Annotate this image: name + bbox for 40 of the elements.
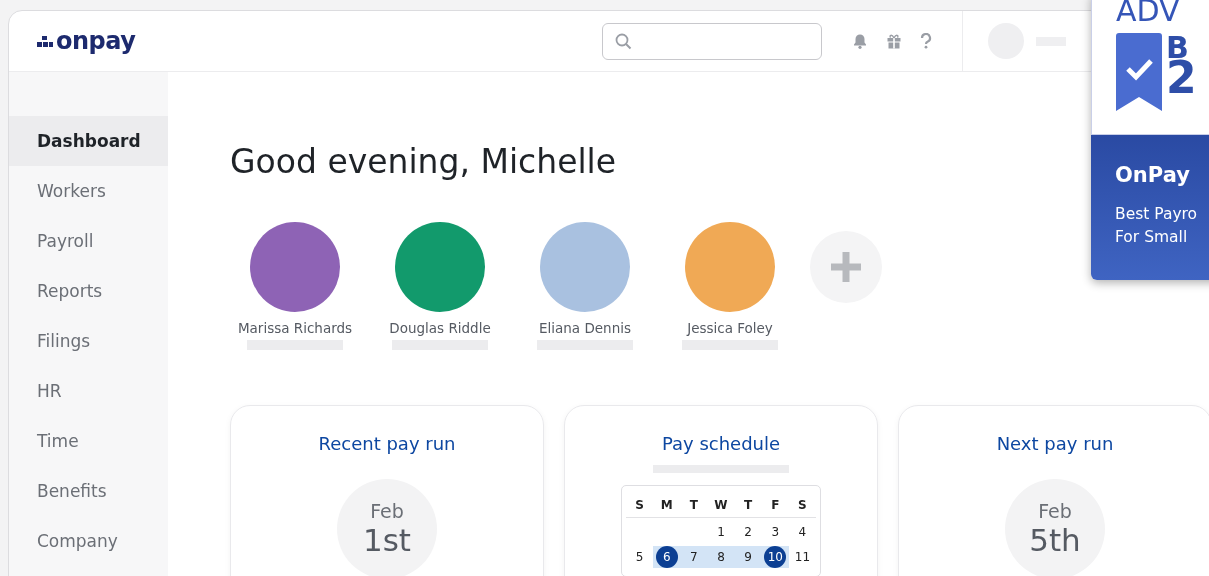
weekday-label: W (713, 498, 729, 512)
gift-icon[interactable] (886, 33, 903, 49)
weekday-label: M (659, 498, 674, 512)
help-icon[interactable] (920, 33, 933, 49)
logo-text: onpay (56, 27, 136, 55)
date-day: 1st (363, 522, 411, 558)
card-title: Pay schedule (661, 433, 781, 456)
weekday-label: T (688, 498, 699, 512)
logo-dots-icon (37, 35, 53, 47)
sidebar-item[interactable]: Time (9, 416, 168, 466)
sidebar-item[interactable]: Reports (9, 266, 168, 316)
sidebar-item[interactable]: Dashboard (9, 116, 168, 166)
search-icon (615, 32, 633, 50)
person-name: Marissa Richards (237, 320, 353, 336)
weekday-label: F (770, 498, 781, 512)
card-title: Next pay run (996, 433, 1114, 456)
person-name: Eliana Dennis (539, 320, 631, 336)
sidebar-item[interactable]: Filings (9, 316, 168, 366)
weekday-label: T (743, 498, 754, 512)
greeting-heading: Good evening, Michelle (230, 142, 617, 182)
weekday-label: S (797, 498, 808, 512)
date-month: Feb (370, 500, 404, 522)
person-name: Jessica Foley (687, 320, 773, 336)
date-day: 5th (1029, 522, 1081, 558)
weekday-label: S (634, 498, 645, 512)
badge-brand: OnPay (1115, 163, 1191, 187)
sidebar-item[interactable]: Payroll (9, 216, 168, 266)
sidebar-item[interactable]: Company (9, 516, 168, 566)
sidebar-item[interactable]: HR (9, 366, 168, 416)
badge-caption: For Small (1115, 227, 1189, 248)
sidebar-item[interactable]: Benefits (9, 466, 168, 516)
date-month: Feb (1038, 500, 1072, 522)
person-name: Douglas Riddle (389, 320, 491, 336)
search-field[interactable] (602, 22, 823, 60)
plus-icon (831, 252, 861, 282)
card-title: Recent pay run (318, 433, 456, 456)
bell-icon[interactable] (852, 33, 869, 49)
ribbon-check-icon (1116, 33, 1162, 111)
badge-caption: Best Payro (1115, 204, 1199, 225)
sidebar-item[interactable]: Workers (9, 166, 168, 216)
